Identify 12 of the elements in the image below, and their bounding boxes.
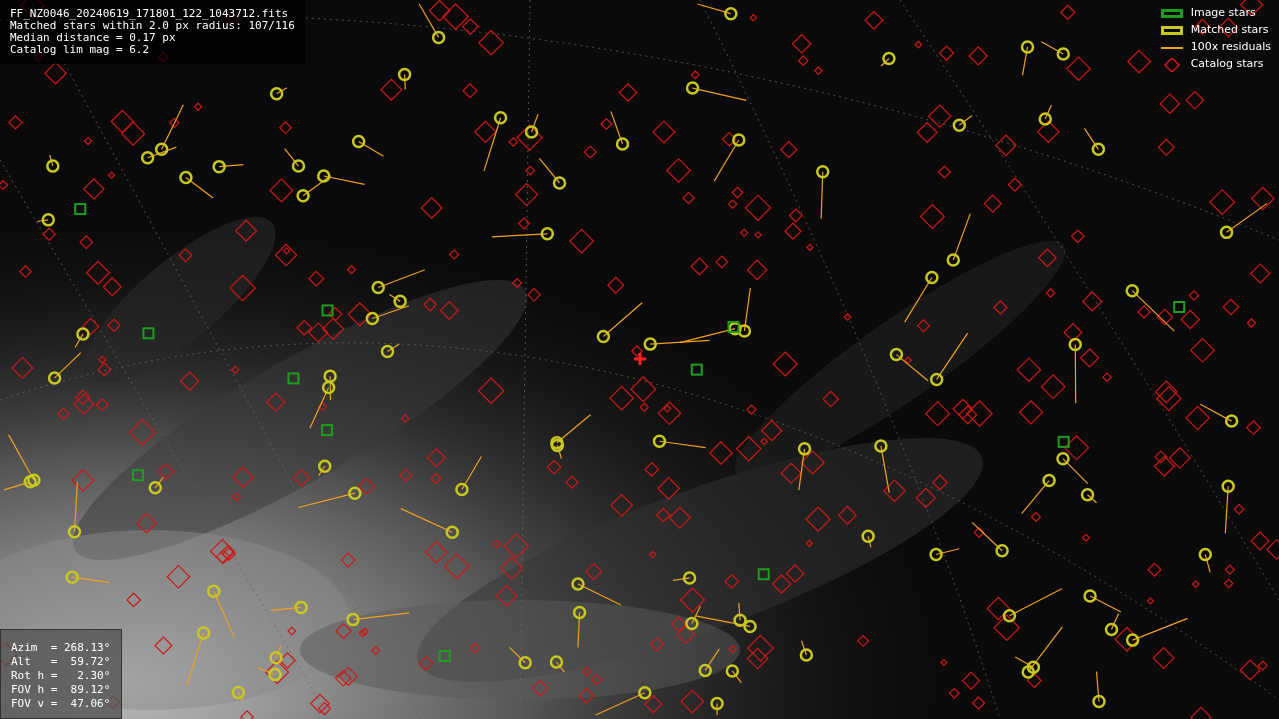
pointing-text: Azim = 268.13°	[11, 641, 111, 655]
pointing-text: FOV h = 89.12°	[11, 683, 111, 697]
info-text: Matched stars within 2.0 px radius: 107/116	[10, 20, 295, 32]
crosshair-icon	[633, 352, 647, 366]
info-text: FF_NZ0046_20240619_171801_122_1043712.fits	[10, 8, 290, 20]
pointing-text: Alt = 59.72°	[11, 655, 111, 669]
info-text: Median distance = 0.17 px	[10, 32, 177, 44]
pointing-text: Rot h = 2.30°	[11, 669, 111, 683]
pointing-text: FOV v = 47.06°	[11, 697, 111, 711]
legend-label: 100x residuals	[1190, 39, 1271, 56]
info-text: Catalog lim mag = 6.2	[10, 44, 151, 56]
legend-label: Catalog stars	[1190, 56, 1264, 73]
